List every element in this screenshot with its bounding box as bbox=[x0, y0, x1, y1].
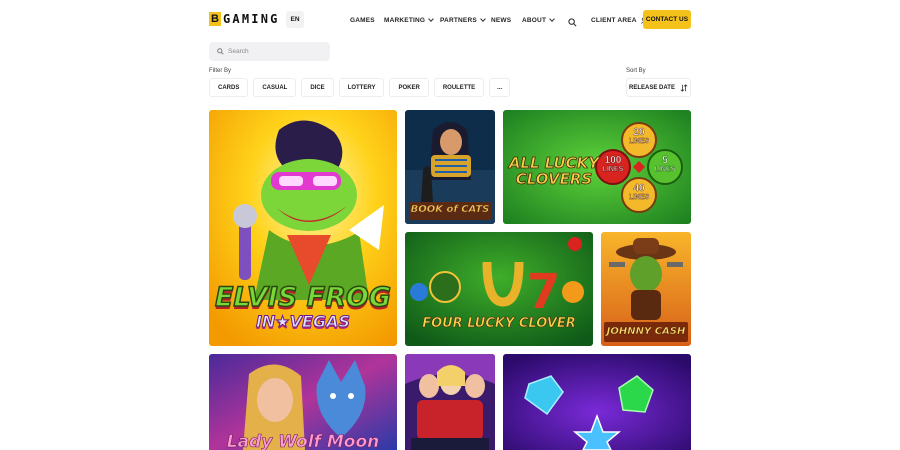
lines-badge-5-number: 5 bbox=[662, 155, 668, 166]
lines-badge-20-number: 20 bbox=[633, 127, 645, 138]
nav-partners[interactable]: PARTNERS bbox=[440, 15, 486, 25]
search-bar[interactable] bbox=[209, 42, 330, 61]
game-tile-lady-wolf-moon[interactable]: Lady Wolf Moon bbox=[209, 354, 397, 450]
game-tile-book-of-cats[interactable]: BOOK of CATS bbox=[405, 110, 495, 224]
gems-artwork bbox=[503, 354, 691, 450]
johnny-cash-title: JOHNNY CASH bbox=[606, 326, 686, 337]
all-lucky-clovers-title-line2: CLOVERS bbox=[515, 170, 593, 189]
nav-about-label: ABOUT bbox=[522, 16, 547, 24]
nav-partners-label: PARTNERS bbox=[440, 16, 477, 24]
game-tile-elvis-frog[interactable]: ELVIS FROG IN★VEGAS bbox=[209, 110, 397, 346]
game-tile-gems[interactable] bbox=[503, 354, 691, 450]
client-area-link[interactable]: CLIENT AREA bbox=[591, 15, 646, 25]
lines-badge-100-label: LINES bbox=[602, 166, 624, 173]
nav-marketing-label: MARKETING bbox=[384, 16, 426, 24]
elvis-frog-title-line2: IN★VEGAS bbox=[255, 312, 351, 332]
filter-chips: CARDS CASUAL DICE LOTTERY POKER ROULETTE… bbox=[209, 78, 511, 97]
lines-badge-100-number: 100 bbox=[604, 155, 622, 166]
chevron-down-icon bbox=[428, 16, 435, 22]
nav-games[interactable]: GAMES bbox=[350, 15, 375, 25]
search-icon bbox=[568, 18, 577, 27]
language-switcher[interactable]: EN bbox=[286, 11, 304, 28]
contact-us-button[interactable]: CONTACT US bbox=[643, 10, 691, 29]
logo-letter: B bbox=[209, 12, 221, 26]
filter-chip-roulette[interactable]: ROULETTE bbox=[433, 78, 485, 97]
book-of-cats-title: BOOK of CATS bbox=[410, 204, 490, 215]
four-lucky-clover-title: FOUR LUCKY CLOVER bbox=[422, 316, 576, 332]
header-search-button[interactable] bbox=[568, 14, 577, 27]
logo-text: GAMING bbox=[223, 12, 280, 26]
lines-badge-100: 100 LINES bbox=[598, 155, 628, 174]
chevron-down-icon bbox=[549, 16, 555, 22]
svg-text:7: 7 bbox=[527, 264, 560, 320]
sort-by-label: Sort By bbox=[626, 68, 646, 74]
chevron-down-icon bbox=[480, 16, 486, 22]
sort-value: RELEASE DATE bbox=[629, 84, 675, 91]
sort-arrows-icon bbox=[680, 83, 688, 92]
lines-badge-5-label: LINES bbox=[654, 166, 676, 173]
lady-wolf-moon-title: Lady Wolf Moon bbox=[226, 432, 380, 450]
client-area-label: CLIENT AREA bbox=[591, 16, 637, 24]
lines-badge-40: 40 LINES bbox=[624, 183, 654, 202]
filter-by-label: Filter By bbox=[209, 68, 232, 74]
game-tile-four-lucky-clover[interactable]: 7 FOUR LUCKY CLOVER bbox=[405, 232, 593, 346]
nav-marketing[interactable]: MARKETING bbox=[384, 15, 435, 25]
elvis-frog-title-line1: ELVIS FROG bbox=[214, 281, 392, 314]
filter-chip-more[interactable]: ... bbox=[489, 78, 511, 97]
bgaming-logo[interactable]: B GAMING bbox=[209, 12, 280, 26]
nav-games-label: GAMES bbox=[350, 16, 375, 24]
nav-news-label: NEWS bbox=[491, 16, 512, 24]
search-input[interactable] bbox=[228, 48, 323, 55]
cabaret-artwork bbox=[405, 354, 495, 450]
lines-badge-40-number: 40 bbox=[633, 183, 645, 194]
lines-badge-5: 5 LINES bbox=[650, 155, 680, 174]
lines-badge-20: 20 LINES bbox=[624, 127, 654, 146]
game-tile-all-lucky-clovers[interactable]: ALL LUCKY CLOVERS 20 LINES 100 LINES 5 L… bbox=[503, 110, 691, 224]
sort-dropdown[interactable]: RELEASE DATE bbox=[626, 78, 691, 97]
search-icon bbox=[217, 48, 224, 55]
filter-chip-poker[interactable]: POKER bbox=[389, 78, 429, 97]
filter-chip-casual[interactable]: CASUAL bbox=[253, 78, 297, 97]
filter-chip-lottery[interactable]: LOTTERY bbox=[338, 78, 385, 97]
lines-badge-20-label: LINES bbox=[628, 138, 650, 145]
filter-chip-dice[interactable]: DICE bbox=[301, 78, 334, 97]
filter-chip-cards[interactable]: CARDS bbox=[209, 78, 249, 97]
nav-about[interactable]: ABOUT bbox=[522, 15, 555, 25]
game-tile-johnny-cash[interactable]: JOHNNY CASH bbox=[601, 232, 691, 346]
nav-news[interactable]: NEWS bbox=[491, 15, 511, 25]
game-tile-cabaret[interactable] bbox=[405, 354, 495, 450]
lines-badge-40-label: LINES bbox=[628, 194, 650, 201]
